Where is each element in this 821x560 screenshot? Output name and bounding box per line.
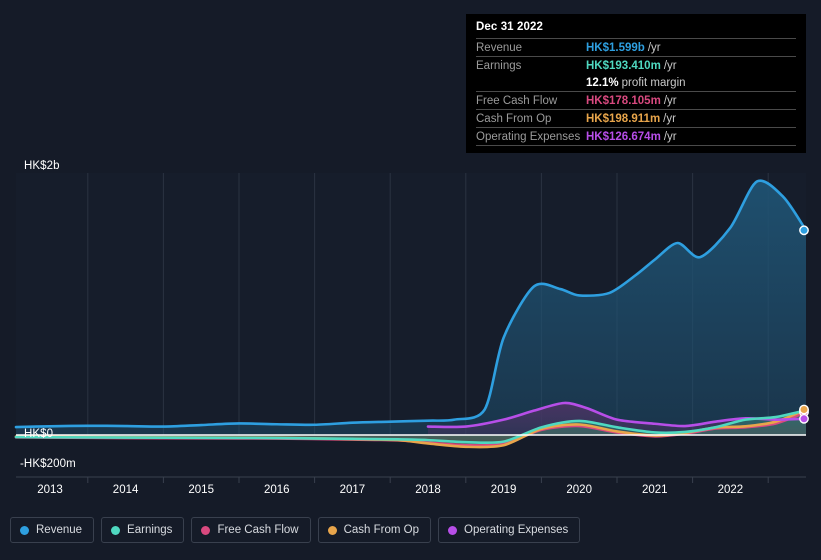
legend-color-dot-icon [327, 525, 337, 535]
y-axis-label-top: HK$2b [24, 160, 60, 172]
x-axis-label-2016: 2016 [264, 484, 290, 496]
tooltip-row-value: HK$198.911m [586, 112, 661, 125]
tooltip-row-label: Operating Expenses [476, 130, 581, 143]
legend-item-label: Revenue [36, 524, 83, 536]
series-endpoint-operating-expenses [799, 413, 809, 424]
tooltip-row: Free Cash Flow HK$178.105m/yr [476, 91, 796, 109]
x-axis-label-2021: 2021 [642, 484, 668, 496]
tooltip-row-value: HK$178.105m [586, 94, 661, 107]
tooltip-row-unit: /yr [663, 59, 677, 72]
tooltip-row-value: HK$193.410m [586, 59, 661, 72]
legend-item-label: Operating Expenses [464, 524, 569, 536]
tooltip-row: Operating Expenses HK$126.674m/yr [476, 127, 796, 145]
legend-item-label: Free Cash Flow [217, 524, 299, 536]
tooltip-row-value: 12.1% [586, 76, 619, 89]
financial-chart: HK$2b HK$0 -HK$200m 2013 2014 2015 2016 2017… [0, 0, 821, 560]
x-axis-label-2014: 2014 [112, 484, 139, 496]
tooltip-row-label: Free Cash Flow [476, 94, 558, 107]
tooltip-row-unit: profit margin [621, 76, 686, 89]
tooltip-row: Cash From Op HK$198.911m/yr [476, 109, 796, 127]
x-axis-label-2017: 2017 [339, 484, 366, 496]
legend-item-label: Cash From Op [343, 524, 420, 536]
tooltip-row: 12.1% profit margin [476, 74, 796, 91]
legend-item-free-cash-flow[interactable]: Free Cash Flow [191, 517, 311, 543]
tooltip-row-label: Cash From Op [476, 112, 552, 125]
tooltip-row-unit: /yr [663, 94, 677, 107]
chart-legend[interactable]: Revenue Earnings Free Cash Flow Cash From O… [10, 517, 581, 543]
legend-color-dot-icon [20, 525, 29, 535]
tooltip-row-label: Revenue [476, 41, 523, 54]
tooltip-row-unit: /yr [647, 41, 661, 54]
tooltip-row: Earnings HK$193.410m/yr [476, 56, 796, 74]
tooltip-row: Revenue HK$1.599b/yr [476, 38, 796, 56]
x-axis-label-2015: 2015 [188, 484, 214, 496]
legend-color-dot-icon [448, 525, 458, 535]
x-axis-label-2020: 2020 [566, 484, 592, 496]
legend-color-dot-icon [111, 525, 121, 535]
legend-item-cash-from-op[interactable]: Cash From Op [317, 517, 432, 543]
tooltip-rows: Revenue HK$1.599b/yr Earnings HK$193.410m/y… [476, 38, 796, 146]
legend-item-label: Earnings [127, 524, 173, 536]
tooltip-date: Dec 31 2022 [476, 21, 543, 33]
series-endpoint-cash-from-op [799, 404, 809, 415]
tooltip-row-value: HK$126.674m [586, 130, 661, 143]
x-axis-label-2022: 2022 [717, 484, 744, 496]
tooltip-footer-divider [476, 145, 796, 146]
y-axis-label-bottom: -HK$200m [20, 458, 76, 470]
legend-item-earnings[interactable]: Earnings [101, 517, 185, 543]
x-axis-label-2019: 2019 [490, 484, 517, 496]
tooltip-row-unit: /yr [663, 130, 677, 143]
x-axis-label-2018: 2018 [415, 484, 441, 496]
y-axis-label-zero: HK$0 [24, 428, 54, 440]
series-endpoint-revenue [799, 225, 809, 236]
x-axis-label-2013: 2013 [37, 484, 63, 496]
tooltip-row-value: HK$1.599b [586, 41, 645, 54]
legend-color-dot-icon [201, 525, 211, 535]
legend-item-revenue[interactable]: Revenue [10, 517, 95, 543]
legend-item-operating-expenses[interactable]: Operating Expenses [438, 517, 581, 543]
tooltip-row-unit: /yr [663, 112, 676, 125]
chart-tooltip: Dec 31 2022 Revenue HK$1.599b/yr Earnings H… [466, 14, 806, 153]
tooltip-row-label: Earnings [476, 59, 522, 72]
